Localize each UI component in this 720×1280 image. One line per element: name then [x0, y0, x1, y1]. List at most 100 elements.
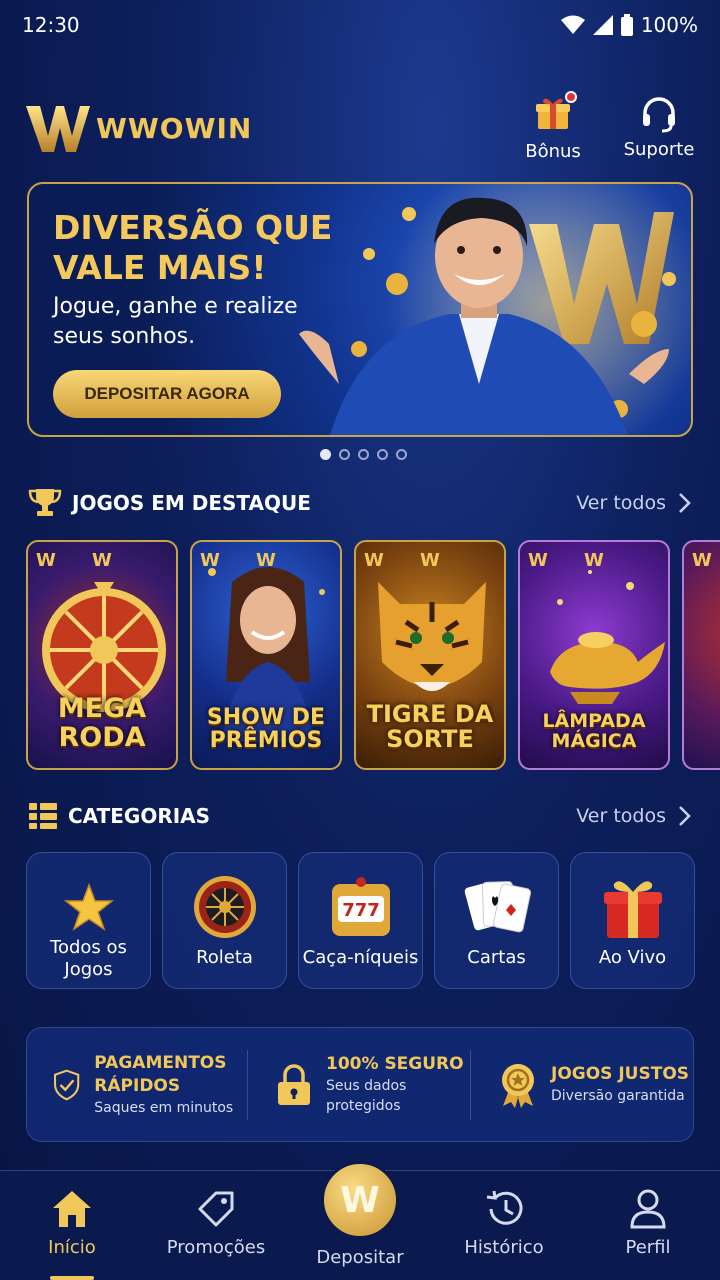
trust-features-panel: PAGAMENTOS RÁPIDOS Saques em minutos 100… [26, 1027, 694, 1142]
pager-dot[interactable] [339, 449, 350, 460]
lock-icon [278, 1063, 310, 1105]
trust-fast-payments: PAGAMENTOS RÁPIDOS Saques em minutos [27, 1050, 247, 1120]
featured-see-all-link[interactable]: Ver todos [576, 492, 692, 514]
game-card-partial[interactable]: W [682, 540, 720, 770]
slot-machine-icon: 777 [331, 877, 390, 936]
game-card-show-de-premios[interactable]: W W SHOW DE PRÊMIOS [190, 540, 342, 770]
pager-dot[interactable] [396, 449, 407, 460]
trust-subtitle: Saques em minutos [94, 1099, 234, 1116]
tag-icon [198, 1191, 234, 1227]
roulette-icon [193, 876, 256, 938]
game-card-mega-roda[interactable]: W W MEGA RODA [26, 540, 178, 770]
trophy-icon [28, 489, 62, 516]
category-label: Roleta [196, 947, 253, 968]
trust-title: JOGOS JUSTOS [551, 1064, 690, 1084]
game-badge: W [200, 550, 220, 571]
category-label: Ao Vivo [598, 947, 667, 968]
support-label: Suporte [623, 138, 695, 160]
award-badge-icon [502, 1063, 534, 1108]
app-header: WWOWIN Bônus Suporte [26, 88, 694, 168]
categories-header: CATEGORIAS Ver todos [28, 796, 692, 836]
shield-check-icon [54, 1069, 80, 1100]
cards-icon [464, 881, 531, 933]
chevron-right-icon [679, 806, 691, 826]
history-clock-icon [486, 1190, 523, 1225]
trust-secure: 100% SEGURO Seus dados protegidos [247, 1049, 470, 1120]
status-time: 12:30 [22, 13, 80, 37]
game-card-tigre-da-sorte[interactable]: W W TIGRE DA SORTE [354, 540, 506, 770]
brand-name: WWOWIN [96, 111, 253, 145]
game-badge: W [420, 550, 440, 571]
deposit-circle-button[interactable]: W [321, 1161, 399, 1239]
pager-dot[interactable] [320, 449, 331, 460]
signal-icon [592, 15, 613, 35]
deposit-now-button[interactable]: DEPOSITAR AGORA [53, 370, 281, 418]
trust-title: 100% SEGURO [326, 1054, 464, 1074]
game-badge: W [584, 550, 604, 571]
wifi-icon [560, 15, 585, 34]
banner-pager [320, 449, 407, 460]
pager-dot[interactable] [358, 449, 369, 460]
trust-subtitle: Seus dados protegidos [326, 1078, 407, 1114]
trust-fair-games: JOGOS JUSTOS Diversão garantida [470, 1049, 693, 1120]
pager-dot[interactable] [377, 449, 388, 460]
brand-logo[interactable]: WWOWIN [26, 102, 252, 154]
categories-row: Todos os Jogos Roleta 777 Caça-níqueis C… [26, 852, 695, 990]
game-title: LÂMPADA MÁGICA [542, 710, 646, 753]
banner-subtitle: Jogue, ganhe e realize seus sonhos. [53, 294, 298, 349]
star-icon [63, 883, 114, 931]
brand-w-icon [26, 106, 90, 152]
game-badge: W [36, 550, 56, 571]
bonus-label: Bônus [525, 140, 581, 162]
bonus-button[interactable]: Bônus [518, 90, 588, 162]
active-tab-indicator [50, 1276, 94, 1280]
nav-home[interactable]: Início [0, 1171, 144, 1280]
category-label: Caça-níqueis [302, 947, 419, 968]
nav-deposit-label: Depositar [316, 1247, 404, 1268]
battery-level: 100% [640, 13, 698, 37]
game-title: SHOW DE PRÊMIOS [206, 704, 326, 753]
headset-icon [643, 96, 675, 132]
grid-icon [29, 803, 57, 829]
nav-promotions[interactable]: Promoções [144, 1171, 288, 1280]
category-live[interactable]: Ao Vivo [570, 852, 695, 989]
featured-header: JOGOS EM DESTAQUE Ver todos [28, 483, 692, 523]
game-card-lampada-magica[interactable]: W W LÂMPADA MÁGICA [518, 540, 670, 770]
game-badge: W [692, 550, 712, 571]
category-roulette[interactable]: Roleta [162, 852, 287, 989]
notification-dot [565, 90, 577, 103]
category-label: Todos os Jogos [50, 937, 127, 980]
battery-icon [620, 14, 633, 36]
category-cards[interactable]: Cartas [434, 852, 559, 989]
featured-title: JOGOS EM DESTAQUE [72, 491, 311, 515]
game-badge: W [92, 550, 112, 571]
home-icon [53, 1191, 91, 1227]
category-all-games[interactable]: Todos os Jogos [26, 852, 151, 989]
trust-title: PAGAMENTOS RÁPIDOS [94, 1052, 227, 1096]
promo-banner[interactable]: DIVERSÃO QUE VALE MAIS! Jogue, ganhe e r… [27, 182, 693, 437]
nav-deposit[interactable]: W Depositar [288, 1161, 432, 1280]
game-title: TIGRE DA SORTE [366, 699, 494, 753]
svg-text:777: 777 [342, 900, 380, 921]
trust-subtitle: Diversão garantida [551, 1088, 685, 1104]
game-badge: W [528, 550, 548, 571]
nav-history[interactable]: Histórico [432, 1171, 576, 1280]
game-badge: W [364, 550, 384, 571]
chevron-right-icon [679, 493, 691, 513]
featured-games-carousel[interactable]: W W MEGA RODA W W SHOW DE PRÊMIOS W W TI… [26, 540, 720, 770]
game-badge: W [256, 550, 276, 571]
nav-profile-label: Perfil [625, 1237, 671, 1258]
support-button[interactable]: Suporte [624, 95, 694, 162]
user-icon [630, 1189, 666, 1229]
banner-title: DIVERSÃO QUE VALE MAIS! [53, 208, 333, 287]
nav-profile[interactable]: Perfil [576, 1171, 720, 1280]
categories-see-all-link[interactable]: Ver todos [576, 805, 692, 827]
gift-box-icon [603, 881, 662, 938]
categories-title: CATEGORIAS [68, 804, 211, 828]
category-slots[interactable]: 777 Caça-níqueis [298, 852, 423, 989]
nav-home-label: Início [48, 1237, 96, 1258]
category-label: Cartas [467, 947, 526, 968]
status-bar: 12:30 100% [0, 0, 720, 50]
nav-history-label: Histórico [464, 1237, 544, 1258]
nav-promotions-label: Promoções [166, 1237, 266, 1258]
